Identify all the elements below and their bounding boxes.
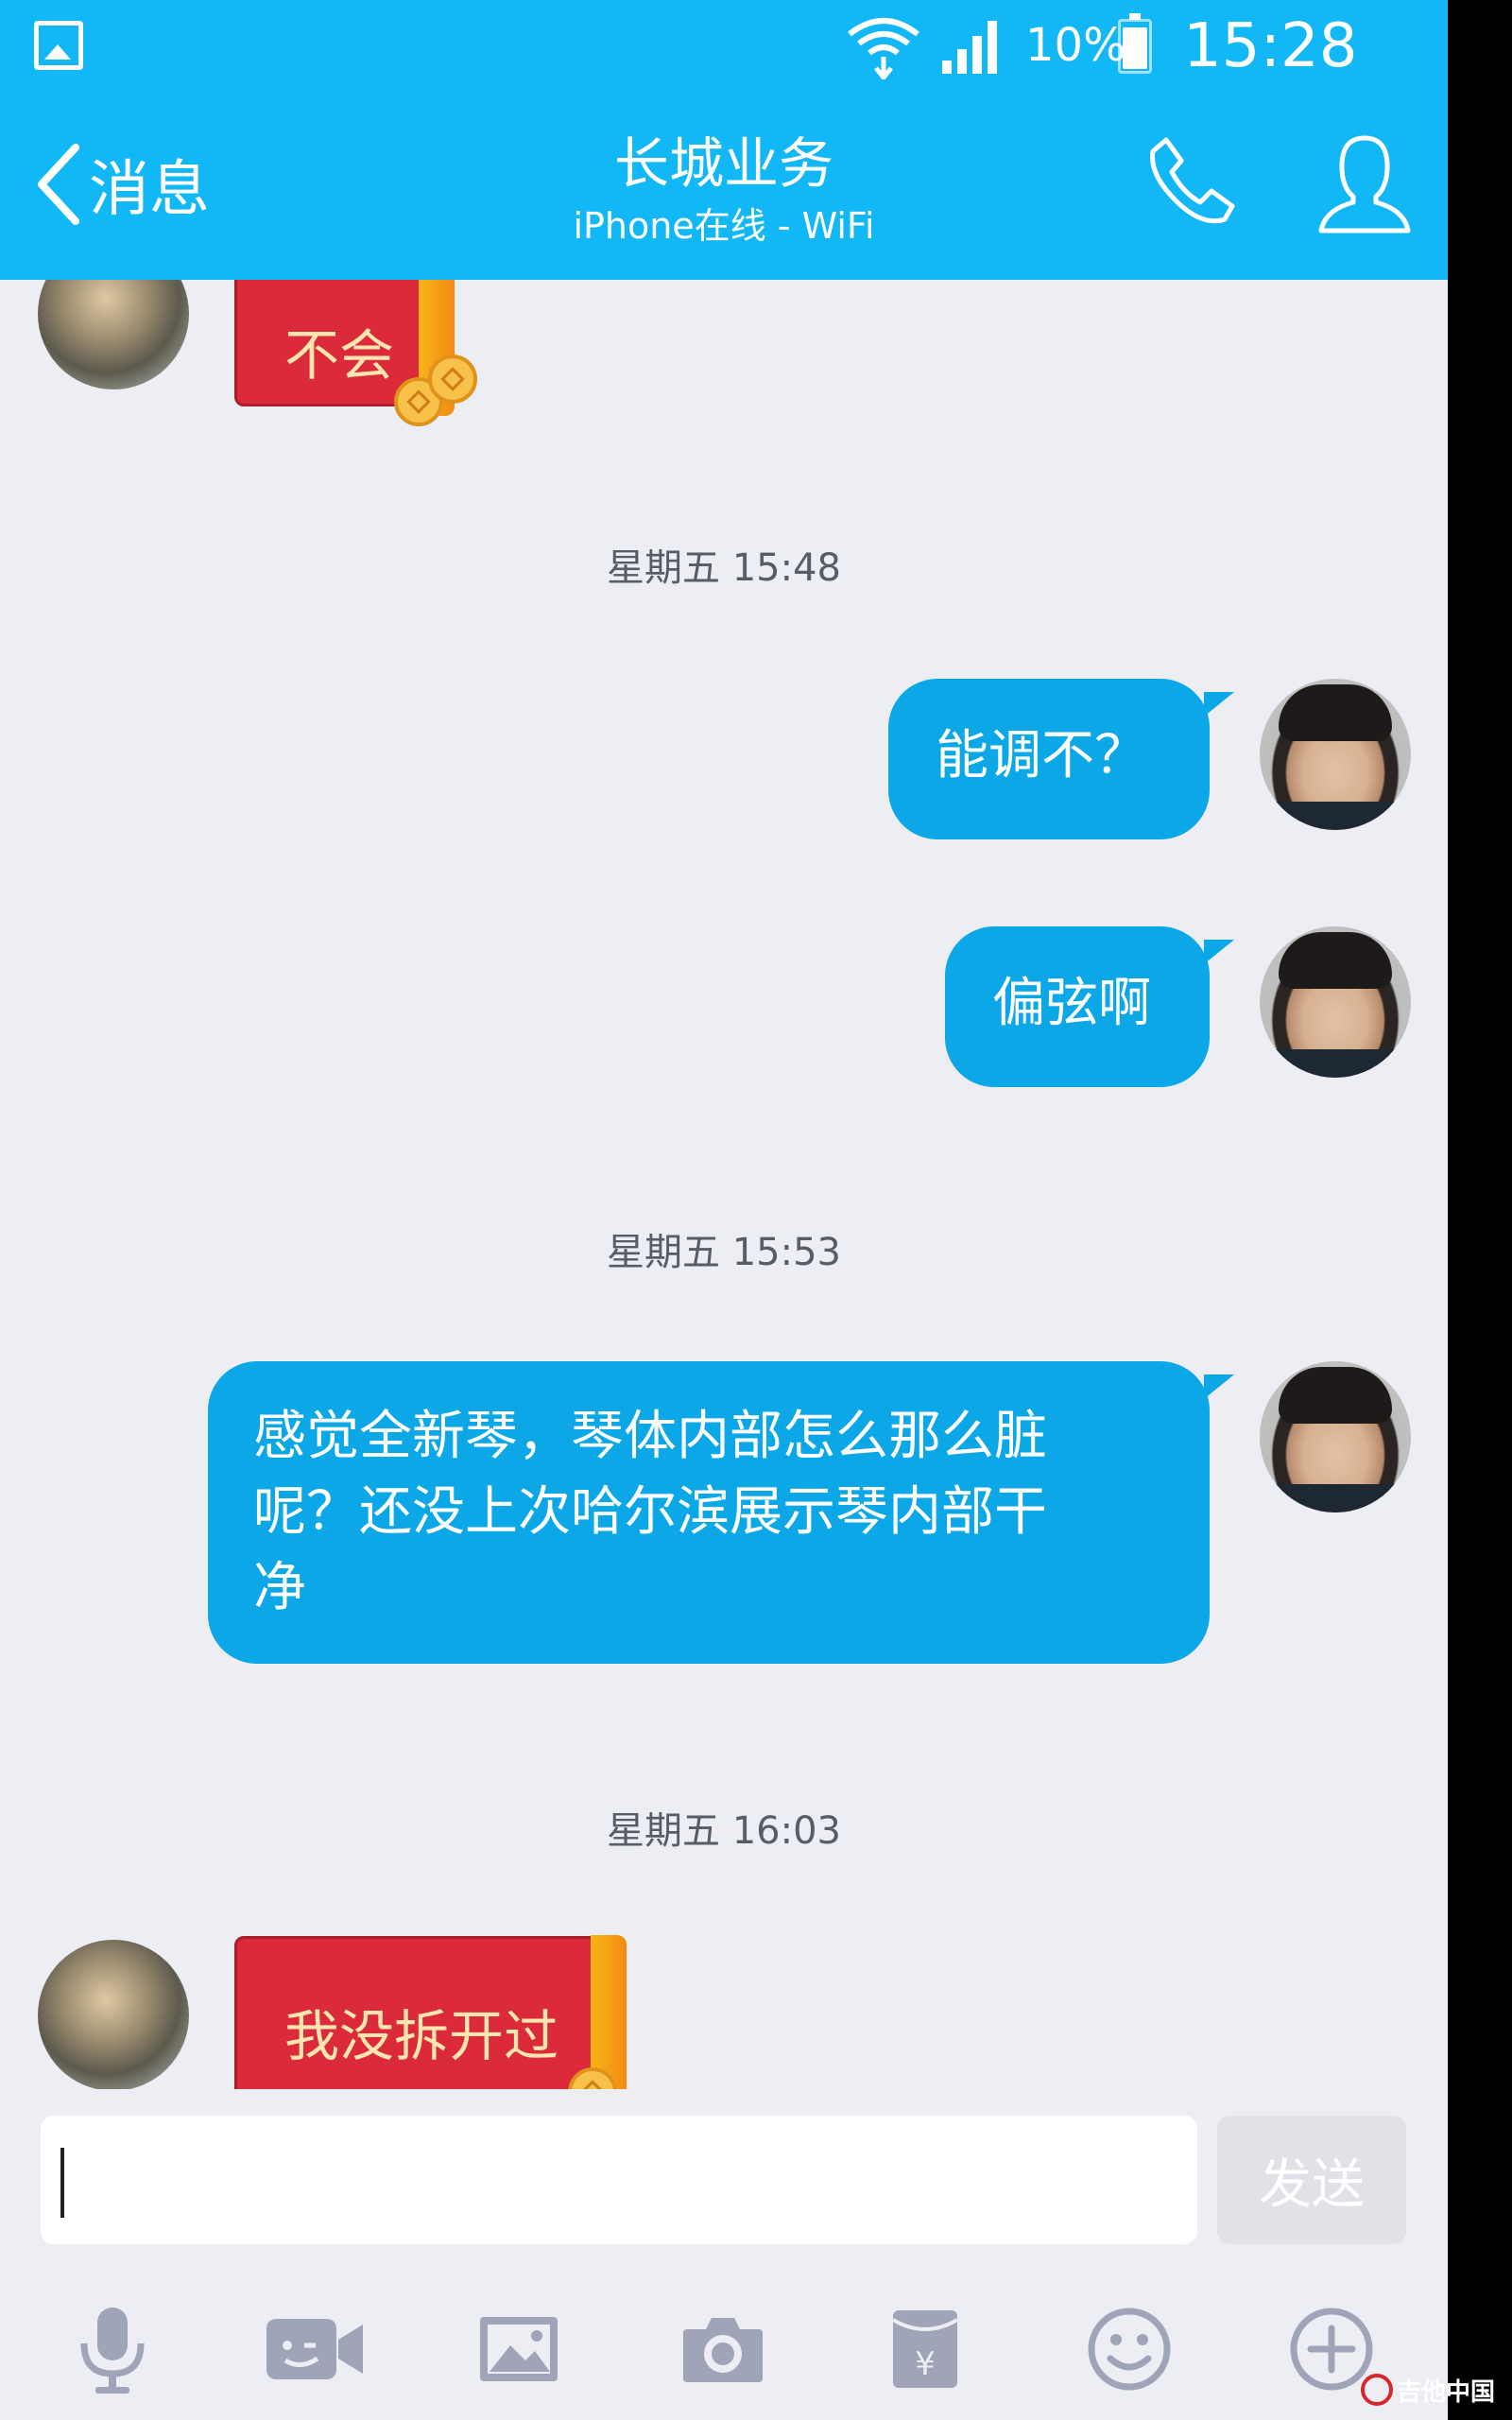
coin-icon xyxy=(428,354,477,404)
chat-title: 长城业务 xyxy=(613,131,833,196)
profile-icon[interactable] xyxy=(1317,132,1412,236)
red-packet-message[interactable]: 不会 xyxy=(234,280,477,426)
video-button[interactable] xyxy=(263,2297,367,2401)
red-packet-icon: ¥ xyxy=(891,2310,959,2388)
online-status: iPhone在线 - WiFi xyxy=(573,205,875,247)
video-icon xyxy=(266,2319,363,2379)
emoji-icon xyxy=(1088,2308,1171,2391)
timestamp: 星期五 15:48 xyxy=(607,546,841,590)
watermark: 吉他中国 xyxy=(1361,2370,1510,2410)
message-text: 能调不？ xyxy=(936,725,1147,786)
battery-icon xyxy=(1118,13,1152,74)
svg-text:¥: ¥ xyxy=(915,2345,936,2383)
text-cursor xyxy=(60,2148,64,2218)
contact-avatar[interactable] xyxy=(38,280,189,389)
camera-icon xyxy=(683,2318,763,2382)
watermark-text: 吉他中国 xyxy=(1397,2377,1496,2407)
microphone-icon xyxy=(80,2308,145,2394)
image-button[interactable] xyxy=(467,2297,571,2401)
timestamp: 星期五 15:53 xyxy=(607,1231,841,1274)
outgoing-message-bubble[interactable]: 偏弦啊 xyxy=(945,926,1234,1087)
my-avatar[interactable] xyxy=(1260,679,1411,830)
qq-chat-screen: 10% 15:28 消息 长城业务 iPhone在线 - WiFi 不会 星期五… xyxy=(0,0,1448,2420)
chat-toolbar: ¥ xyxy=(0,2278,1448,2420)
my-avatar[interactable] xyxy=(1260,1361,1411,1512)
message-input[interactable] xyxy=(41,2116,1197,2244)
my-avatar[interactable] xyxy=(1260,926,1411,1078)
status-bar: 10% 15:28 xyxy=(0,0,1448,95)
message-text: 偏弦啊 xyxy=(992,973,1151,1034)
chat-header: 消息 长城业务 iPhone在线 - WiFi xyxy=(0,95,1448,280)
battery-percent: 10% xyxy=(1025,19,1126,72)
red-packet-fold xyxy=(591,1935,627,2089)
signal-icon xyxy=(942,21,997,74)
red-packet-text: 我没拆开过 xyxy=(284,2004,559,2068)
voice-button[interactable] xyxy=(60,2297,164,2401)
call-icon[interactable] xyxy=(1145,132,1240,227)
gallery-icon xyxy=(34,21,83,70)
back-label: 消息 xyxy=(89,155,210,225)
outgoing-message-bubble[interactable]: 能调不？ xyxy=(888,679,1234,839)
camera-button[interactable] xyxy=(671,2297,775,2401)
red-packet-message[interactable]: 我没拆开过 xyxy=(234,1935,627,2089)
wifi-icon xyxy=(848,18,919,79)
contact-avatar[interactable] xyxy=(38,1940,189,2089)
message-text-line: 呢？还没上次哈尔滨展示琴内部干 xyxy=(253,1481,1047,1543)
clock: 15:28 xyxy=(1183,11,1358,81)
back-button[interactable]: 消息 xyxy=(34,142,210,227)
message-text-line: 感觉全新琴，琴体内部怎么那么脏 xyxy=(253,1406,1047,1467)
outgoing-message-bubble[interactable]: 感觉全新琴，琴体内部怎么那么脏 呢？还没上次哈尔滨展示琴内部干 净 xyxy=(208,1361,1234,1664)
red-packet-text: 不会 xyxy=(284,323,395,388)
red-packet-button[interactable]: ¥ xyxy=(873,2297,977,2401)
emoji-button[interactable] xyxy=(1077,2297,1181,2401)
chat-title-block[interactable]: 长城业务 iPhone在线 - WiFi xyxy=(440,130,1007,250)
send-button[interactable]: 发送 xyxy=(1217,2116,1406,2244)
watermark-logo-icon xyxy=(1361,2374,1393,2406)
message-text-line: 净 xyxy=(253,1557,306,1618)
chevron-left-icon xyxy=(38,144,79,225)
timestamp: 星期五 16:03 xyxy=(607,1809,841,1853)
image-icon xyxy=(480,2317,558,2381)
message-list[interactable]: 不会 星期五 15:48 能调不？ 偏弦啊 星期五 15:53 感觉全新琴，琴体… xyxy=(0,280,1448,2089)
input-bar: 发送 xyxy=(0,2089,1448,2278)
